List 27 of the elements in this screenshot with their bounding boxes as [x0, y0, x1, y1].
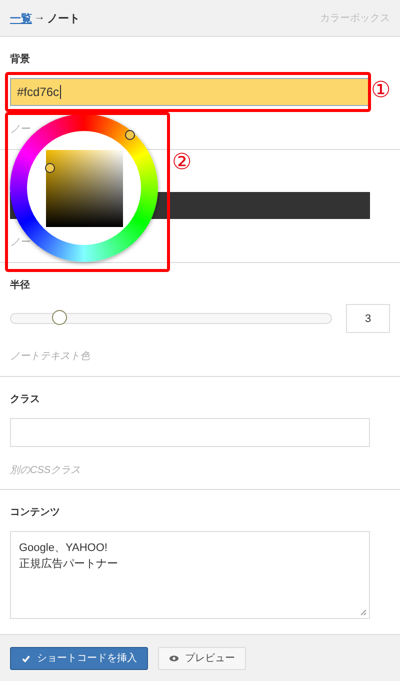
field-hint: 別のCSSクラス — [10, 464, 81, 477]
field-label: クラス — [10, 393, 41, 406]
text-input[interactable] — [10, 418, 370, 447]
content-textarea[interactable]: Google、YAHOO! 正規広告パートナー — [10, 531, 370, 619]
insert-shortcode-button[interactable]: ショートコードを挿入 — [10, 646, 148, 670]
field-hint: ノー — [10, 123, 30, 136]
breadcrumb-current: ノート — [47, 12, 80, 26]
saturation-square[interactable] — [46, 150, 123, 227]
field-label: コンテンツ — [10, 506, 61, 519]
resize-grip-icon[interactable] — [359, 608, 367, 616]
field-hint: ノー — [10, 236, 30, 249]
checkmark-icon — [21, 654, 31, 662]
color-input[interactable]: #fcd76c — [10, 78, 370, 106]
preview-button[interactable]: プレビュー — [158, 646, 246, 670]
number-input[interactable]: 3 — [346, 304, 390, 333]
eye-icon — [169, 654, 179, 662]
color-picker-popover[interactable] — [10, 114, 158, 262]
annotation-number: ① — [371, 78, 391, 102]
annotation-number: ② — [172, 150, 192, 174]
breadcrumb-arrow: → — [34, 10, 45, 24]
slider-track[interactable] — [10, 313, 332, 324]
field-hint: ノートテキスト色 — [10, 350, 90, 363]
field-label: 半径 — [10, 278, 31, 292]
slider-thumb[interactable] — [52, 310, 67, 325]
field-label: 背景 — [10, 52, 31, 66]
hue-handle[interactable] — [125, 130, 135, 140]
breadcrumb-link[interactable]: 一覧 — [10, 10, 32, 26]
